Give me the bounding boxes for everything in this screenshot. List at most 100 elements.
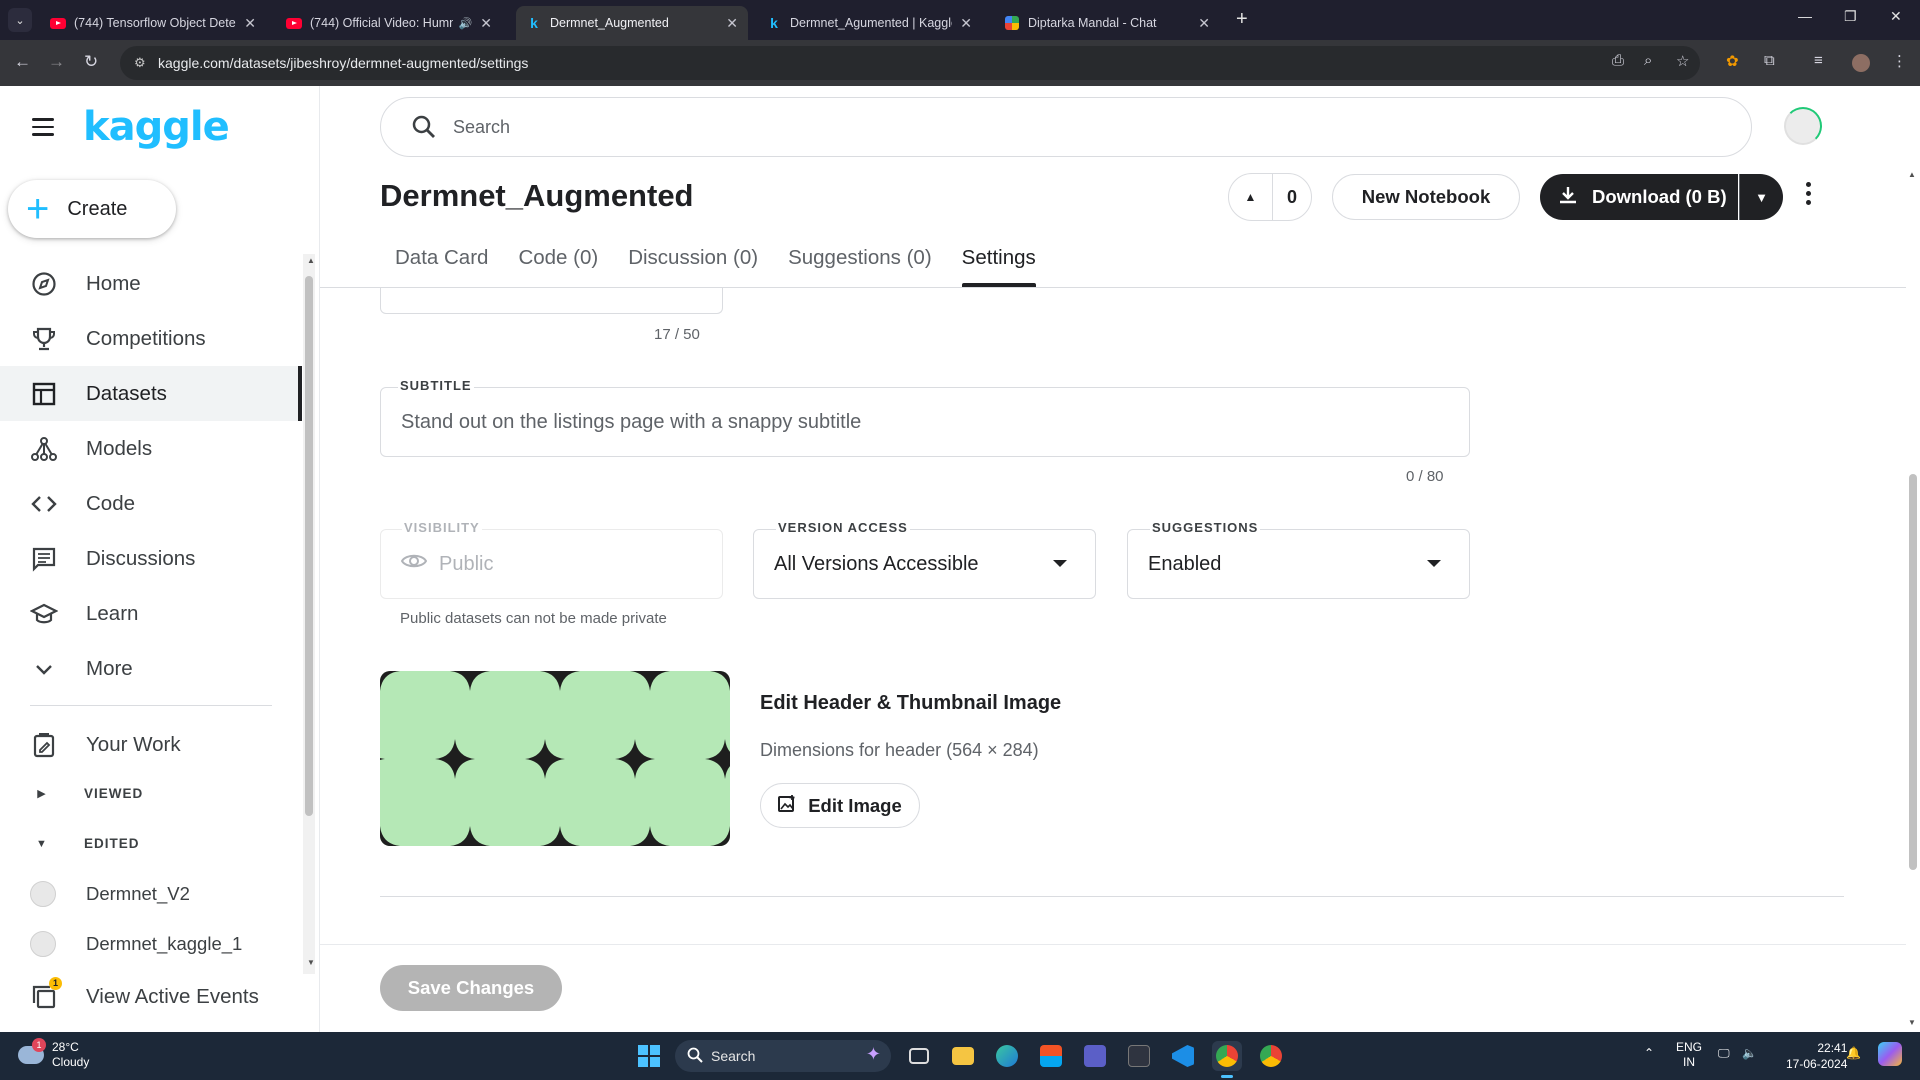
browser-tab[interactable]: k Dermnet_Agumented | Kaggle ✕: [756, 6, 982, 40]
view-active-events-link[interactable]: 1 View Active Events: [0, 969, 300, 1024]
close-tab-icon[interactable]: ✕: [480, 15, 492, 32]
browser-tab[interactable]: Diptarka Mandal - Chat ✕: [994, 6, 1220, 40]
browser-tab[interactable]: (744) Official Video: Humna 🔊 ✕: [276, 6, 502, 40]
download-options-button[interactable]: ▼: [1739, 174, 1783, 220]
recent-item-label: Dermnet_V2: [86, 883, 190, 904]
tab-discussion[interactable]: Discussion (0): [628, 240, 758, 287]
volume-icon[interactable]: 🔈: [1742, 1046, 1757, 1060]
extension-cookie-icon[interactable]: ✿: [1726, 52, 1739, 70]
viewed-section-toggle[interactable]: ▶ VIEWED: [30, 786, 143, 801]
close-tab-icon[interactable]: ✕: [1198, 15, 1210, 32]
sidebar-scroll-up-arrow-icon[interactable]: ▲: [307, 256, 315, 265]
new-notebook-button[interactable]: New Notebook: [1332, 174, 1520, 220]
install-app-icon[interactable]: ⎙: [1612, 52, 1624, 69]
image-dimensions-text: Dimensions for header (564 × 284): [760, 740, 1039, 760]
search-input[interactable]: Search: [380, 97, 1752, 157]
notification-bell-icon[interactable]: 🔔: [1846, 1046, 1861, 1060]
system-clock[interactable]: 22:41 17-06-2024: [1786, 1040, 1847, 1072]
terminal-icon[interactable]: [1124, 1041, 1154, 1071]
chrome-icon[interactable]: [1212, 1041, 1242, 1078]
copilot-icon[interactable]: [1878, 1042, 1902, 1066]
tab-code[interactable]: Code (0): [518, 240, 598, 287]
network-icon[interactable]: 🖵: [1718, 1046, 1730, 1061]
sidebar-scrollbar[interactable]: [303, 254, 315, 974]
speaker-icon[interactable]: 🔊: [459, 17, 473, 30]
browser-tab-active[interactable]: k Dermnet_Augmented ✕: [516, 6, 748, 40]
tab-suggestions[interactable]: Suggestions (0): [788, 240, 932, 287]
edit-image-button[interactable]: Edit Image: [760, 783, 920, 828]
code-icon: [30, 490, 58, 518]
user-avatar[interactable]: [1784, 107, 1822, 145]
close-window-icon[interactable]: ✕: [1890, 8, 1902, 25]
scroll-up-arrow-icon[interactable]: ▲: [1908, 170, 1916, 179]
edge-icon[interactable]: [992, 1041, 1022, 1071]
edited-section-toggle[interactable]: ▼ EDITED: [30, 836, 140, 851]
scrollbar-thumb[interactable]: [1909, 474, 1917, 870]
upvote-button[interactable]: ▲: [1229, 174, 1273, 220]
version-access-select[interactable]: All Versions Accessible: [753, 529, 1096, 599]
task-view-icon[interactable]: [904, 1041, 934, 1071]
extensions-icon[interactable]: ⧉: [1764, 52, 1775, 69]
chrome-profile-icon[interactable]: [1256, 1041, 1286, 1071]
create-button[interactable]: + Create: [8, 180, 176, 238]
save-changes-button[interactable]: Save Changes: [380, 965, 562, 1011]
sidebar-item-discussions[interactable]: Discussions: [0, 531, 300, 586]
profile-avatar-icon[interactable]: [1852, 54, 1870, 72]
scroll-down-arrow-icon[interactable]: ▼: [1908, 1018, 1916, 1027]
browser-menu-icon[interactable]: ⋮: [1892, 52, 1907, 70]
browser-tab[interactable]: (744) Tensorflow Object Detecti ✕: [40, 6, 266, 40]
sidebar-item-models[interactable]: Models: [0, 421, 300, 476]
sidebar-item-competitions[interactable]: Competitions: [0, 311, 300, 366]
tab-data-card[interactable]: Data Card: [395, 240, 488, 287]
scrollbar-thumb[interactable]: [305, 276, 313, 816]
recent-item[interactable]: Dermnet_V2: [30, 881, 190, 907]
new-tab-button[interactable]: +: [1236, 8, 1248, 31]
close-tab-icon[interactable]: ✕: [244, 15, 256, 32]
tray-overflow-icon[interactable]: ⌃: [1644, 1046, 1654, 1060]
weather-widget[interactable]: 1 28°C Cloudy: [18, 1038, 89, 1070]
windows-start-icon[interactable]: [638, 1045, 660, 1067]
kaggle-logo[interactable]: kaggle: [83, 104, 230, 150]
taskbar-search[interactable]: Search ✦: [675, 1040, 891, 1072]
close-tab-icon[interactable]: ✕: [960, 15, 972, 32]
back-icon[interactable]: ←: [14, 52, 31, 72]
sidebar-scroll-down-arrow-icon[interactable]: ▼: [307, 958, 315, 967]
zoom-icon[interactable]: ⌕: [1644, 52, 1652, 69]
site-settings-icon[interactable]: ⚙: [134, 55, 146, 71]
tab-title: Diptarka Mandal - Chat: [1028, 16, 1157, 30]
sidebar-item-datasets[interactable]: Datasets: [0, 366, 302, 421]
subtitle-input[interactable]: Stand out on the listings page with a sn…: [380, 387, 1470, 457]
discussion-icon: [30, 545, 58, 573]
restore-icon[interactable]: ❐: [1844, 8, 1857, 25]
address-bar[interactable]: ⚙ kaggle.com/datasets/jibeshroy/dermnet-…: [120, 46, 1700, 80]
tab-search-menu-button[interactable]: ⌄: [8, 8, 32, 32]
sidebar-item-home[interactable]: Home: [0, 256, 300, 311]
suggestions-select[interactable]: Enabled: [1127, 529, 1470, 599]
media-controls-icon[interactable]: ≡: [1814, 52, 1823, 69]
reload-icon[interactable]: ↻: [84, 52, 98, 72]
more-options-icon[interactable]: [1806, 182, 1814, 209]
sidebar-item-label: Learn: [86, 601, 139, 625]
youtube-icon: [286, 15, 302, 31]
visibility-value: Public: [439, 552, 494, 575]
footer-divider: [320, 944, 1908, 945]
recent-item[interactable]: Dermnet_kaggle_1: [30, 931, 242, 957]
forward-icon[interactable]: →: [48, 52, 65, 72]
main-scrollbar[interactable]: [1906, 168, 1920, 1032]
close-tab-icon[interactable]: ✕: [726, 15, 738, 32]
teams-icon[interactable]: [1080, 1041, 1110, 1071]
tab-settings[interactable]: Settings: [961, 240, 1036, 287]
store-icon[interactable]: [1036, 1041, 1066, 1071]
vscode-icon[interactable]: [1168, 1041, 1198, 1071]
file-explorer-icon[interactable]: [948, 1041, 978, 1071]
language-indicator[interactable]: ENG IN: [1676, 1040, 1702, 1070]
title-field[interactable]: [380, 288, 723, 314]
bookmark-star-icon[interactable]: ☆: [1676, 52, 1689, 70]
hamburger-menu-icon[interactable]: [32, 118, 54, 141]
minimize-icon[interactable]: —: [1798, 8, 1812, 24]
sidebar-item-learn[interactable]: Learn: [0, 586, 300, 641]
download-button[interactable]: Download (0 B): [1540, 174, 1738, 220]
sidebar-item-your-work[interactable]: Your Work: [0, 717, 300, 772]
sidebar-item-code[interactable]: Code: [0, 476, 300, 531]
sidebar-item-more[interactable]: More: [0, 641, 300, 696]
